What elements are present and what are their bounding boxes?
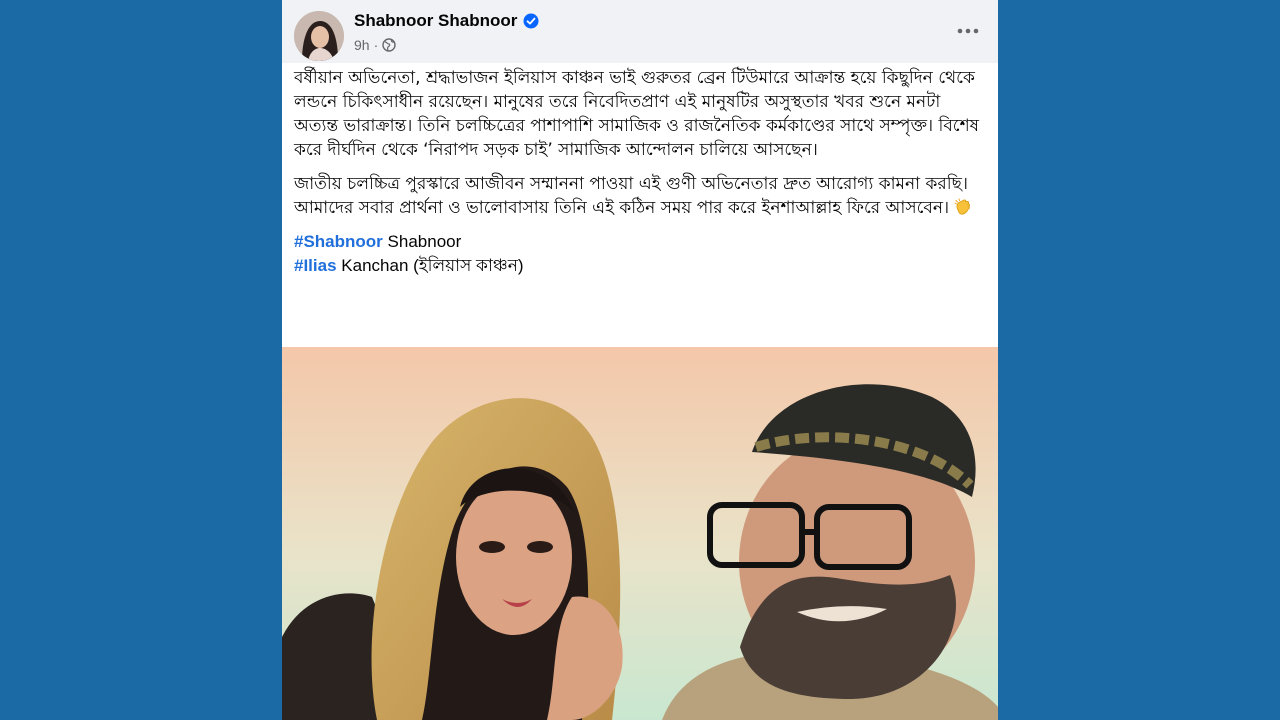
avatar-image — [294, 11, 344, 61]
post-time[interactable]: 9h — [354, 37, 370, 53]
author-avatar[interactable] — [294, 11, 344, 61]
post-paragraph-2-text: জাতীয় চলচ্চিত্র পুরস্কারে আজীবন সম্মানন… — [294, 174, 968, 218]
hashtag-text: Shabnoor — [387, 232, 462, 251]
meta-separator: · — [373, 37, 379, 53]
verified-badge-icon — [523, 13, 539, 29]
hashtag-link[interactable]: #Ilias — [294, 256, 337, 275]
globe-icon[interactable] — [382, 38, 396, 52]
post-body: বর্ষীয়ান অভিনেতা, শ্রদ্ধাভাজন ইলিয়াস ক… — [294, 66, 984, 278]
hashtag-line: #Ilias Kanchan (ইলিয়াস কাঞ্চন) — [294, 254, 984, 278]
author-row: Shabnoor Shabnoor — [354, 11, 539, 31]
more-options-icon — [957, 28, 979, 34]
hashtag-text: Kanchan (ইলিয়াস কাঞ্চন) — [341, 256, 524, 275]
hashtag-line: #Shabnoor Shabnoor — [294, 230, 984, 254]
portrait-photo — [282, 347, 998, 720]
post-meta: 9h · — [354, 37, 396, 53]
author-name[interactable]: Shabnoor Shabnoor — [354, 11, 517, 31]
hashtag-list: #Shabnoor Shabnoor #Ilias Kanchan (ইলিয়… — [294, 230, 984, 278]
more-options-button[interactable] — [950, 17, 986, 45]
post-photo[interactable] — [282, 347, 998, 720]
post-paragraph-1: বর্ষীয়ান অভিনেতা, শ্রদ্ধাভাজন ইলিয়াস ক… — [294, 68, 980, 160]
clapping-hands-icon — [953, 197, 973, 217]
hashtag-link[interactable]: #Shabnoor — [294, 232, 383, 251]
post-paragraph-2: জাতীয় চলচ্চিত্র পুরস্কারে আজীবন সম্মানন… — [294, 172, 984, 220]
facebook-post: Shabnoor Shabnoor 9h · বর্ষীয়ান অভিনেতা… — [282, 0, 998, 720]
post-header: Shabnoor Shabnoor 9h · — [282, 0, 998, 63]
